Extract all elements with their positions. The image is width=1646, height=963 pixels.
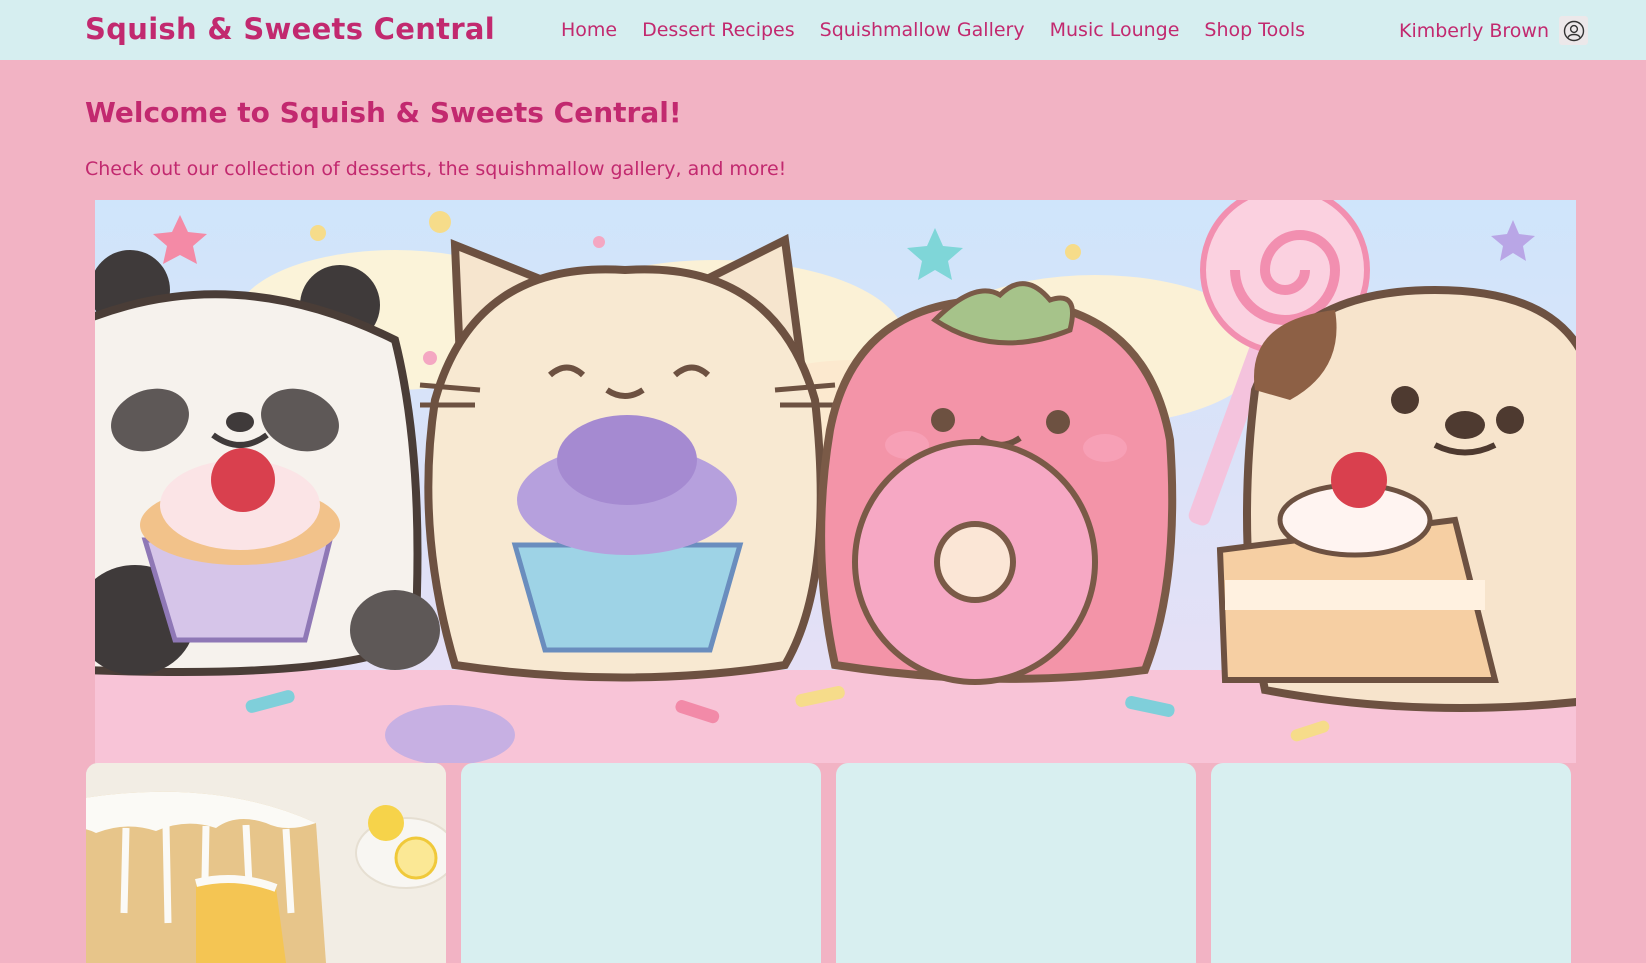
user-name[interactable]: Kimberly Brown xyxy=(1399,20,1549,42)
nav-home[interactable]: Home xyxy=(561,19,617,41)
main-nav: Home Dessert Recipes Squishmallow Galler… xyxy=(561,19,1305,41)
top-navbar: Squish & Sweets Central Home Dessert Rec… xyxy=(0,0,1646,60)
hero-banner-image xyxy=(95,200,1576,763)
nav-dessert-recipes[interactable]: Dessert Recipes xyxy=(642,19,795,41)
lemon-bundt-cake-image xyxy=(86,763,446,963)
nav-music-lounge[interactable]: Music Lounge xyxy=(1050,19,1180,41)
dessert-card[interactable] xyxy=(836,763,1196,963)
strawberry-squishmallow xyxy=(817,281,1177,685)
user-menu[interactable]: Kimberly Brown xyxy=(1399,16,1588,45)
dog-squishmallow xyxy=(1216,285,1576,712)
nav-squishmallow-gallery[interactable]: Squishmallow Gallery xyxy=(820,19,1025,41)
site-title[interactable]: Squish & Sweets Central xyxy=(85,12,495,46)
user-circle-icon[interactable] xyxy=(1559,16,1588,45)
dessert-card[interactable] xyxy=(86,763,446,963)
dessert-card[interactable] xyxy=(461,763,821,963)
nav-shop-tools[interactable]: Shop Tools xyxy=(1204,19,1305,41)
dessert-card[interactable] xyxy=(1211,763,1571,963)
page-subtitle: Check out our collection of desserts, th… xyxy=(85,158,787,180)
page-title: Welcome to Squish & Sweets Central! xyxy=(85,96,682,129)
cat-squishmallow xyxy=(419,233,836,682)
